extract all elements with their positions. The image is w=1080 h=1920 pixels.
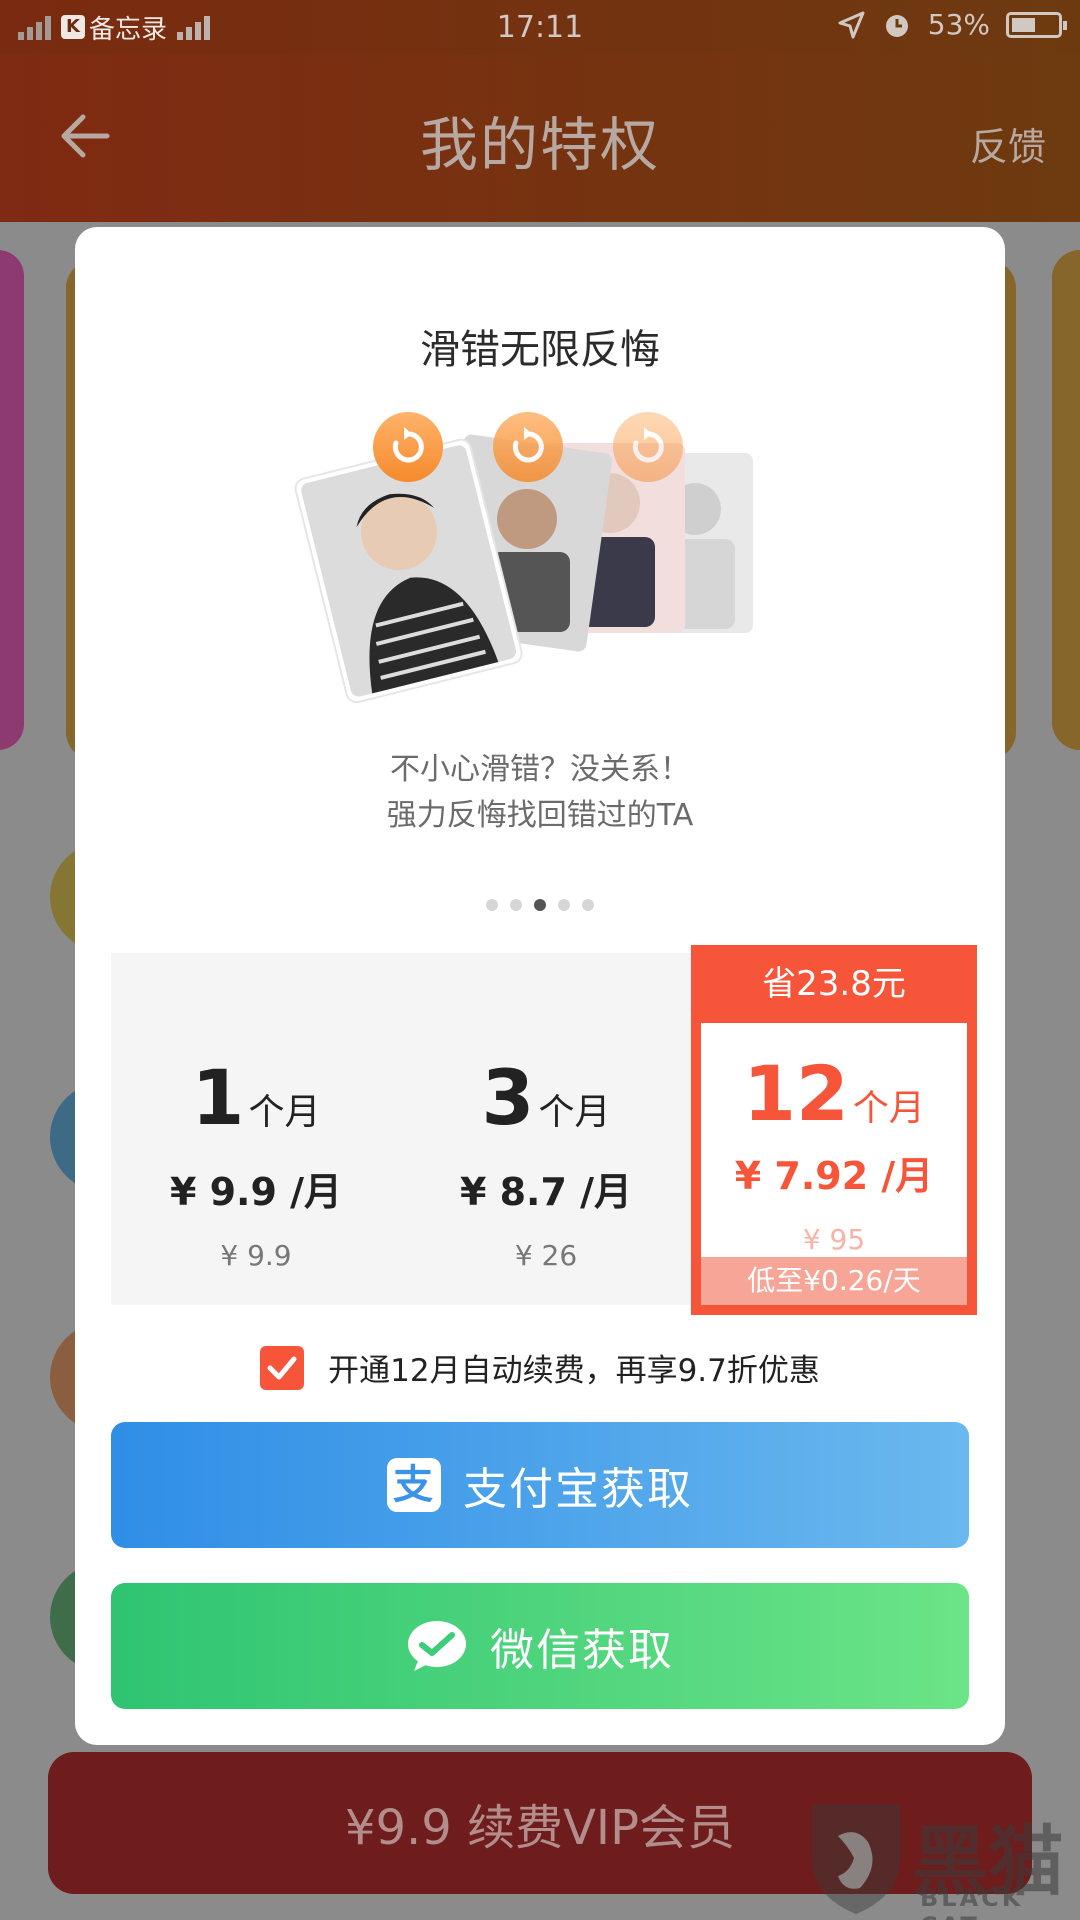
auto-renew-label: 开通12月自动续费，再享9.7折优惠: [328, 1353, 820, 1389]
undo-icon-1: [373, 412, 443, 482]
battery-icon: [1006, 11, 1067, 38]
auto-renew-option: 开通12月自动续费，再享9.7折优惠: [75, 1345, 1005, 1390]
plan-monthly-price: ¥ 7.92 /月: [734, 1154, 934, 1198]
plan-monthly-price: ¥ 9.9 /月: [169, 1170, 343, 1214]
alipay-label: 支付宝获取: [463, 1464, 693, 1515]
feedback-button[interactable]: 反馈: [970, 116, 1046, 171]
wechat-pay-button[interactable]: 微信获取: [111, 1583, 969, 1709]
undo-swipe-illustration: [294, 412, 753, 704]
plan-1-month[interactable]: 1 个月 ¥ 9.9 /月 ¥ 9.9: [111, 953, 401, 1305]
plan-total-price: ¥ 26: [514, 1239, 578, 1272]
desc-line-1: 不小心滑错？没关系！: [390, 752, 690, 787]
plan-selector: 1 个月 ¥ 9.9 /月 ¥ 9.9 3 个月 ¥ 8.7 /月 ¥ 26 省23…: [111, 945, 977, 1315]
feature-description: 不小心滑错？没关系！ 强力反悔找回错过的TA: [75, 747, 1005, 839]
plan-duration: 12 个月: [743, 1049, 925, 1138]
alipay-icon: 支: [387, 1458, 441, 1512]
status-bar: K 备忘录 17:11 53%: [0, 0, 1080, 54]
plan-total-price: ¥ 9.9: [220, 1239, 292, 1272]
alipay-button[interactable]: 支 支付宝获取: [111, 1422, 969, 1548]
app-bar: 我的特权 反馈: [0, 54, 1080, 222]
bg-card-right: [1052, 250, 1080, 750]
carousel-dot-3[interactable]: [534, 899, 546, 911]
plan-per-day-price: 低至¥0.26/天: [701, 1257, 967, 1305]
plan-total-price: ¥ 95: [802, 1223, 866, 1256]
plan-duration: 3 个月: [481, 1053, 611, 1142]
undo-icon-2: [493, 412, 563, 482]
carousel-dot-5[interactable]: [582, 899, 594, 911]
plan-monthly-price: ¥ 8.7 /月: [459, 1170, 633, 1214]
watermark: 黑猫 BLACK CAT: [804, 1796, 1074, 1920]
page-title: 我的特权: [419, 111, 660, 179]
undo-icon-3: [613, 412, 683, 482]
alarm-icon: [885, 14, 908, 37]
status-right: 53%: [836, 8, 1067, 41]
desc-line-2: 强力反悔找回错过的TA: [386, 798, 694, 833]
auto-renew-checkbox[interactable]: [260, 1345, 305, 1390]
modal-title: 滑错无限反悔: [420, 327, 660, 373]
wechat-label: 微信获取: [490, 1625, 674, 1676]
carousel-dot-2[interactable]: [510, 899, 522, 911]
watermark-subtext: BLACK CAT: [920, 1884, 1024, 1920]
battery-percent: 53%: [927, 8, 990, 41]
bg-card-left: [0, 250, 24, 750]
location-icon: [838, 11, 865, 38]
carousel-dot-1[interactable]: [486, 899, 498, 911]
plan-12-months-selected[interactable]: 省23.8元 12 个月 ¥ 7.92 /月 ¥ 95 低至¥0.26/天: [691, 945, 977, 1315]
carousel-dot-4[interactable]: [558, 899, 570, 911]
wechat-icon: [408, 1621, 466, 1671]
plan-duration: 1 个月: [191, 1053, 321, 1142]
plan-3-months[interactable]: 3 个月 ¥ 8.7 /月 ¥ 26: [401, 953, 691, 1305]
savings-badge: 省23.8元: [691, 945, 977, 1023]
carousel-dots: [75, 899, 1005, 911]
privilege-modal: 滑错无限反悔 不小心滑错？没关系！ 强力反悔找回错过的TA 1 个月 ¥ 9.9…: [75, 227, 1005, 1745]
checkmark-icon: [267, 1356, 297, 1379]
cat-shield-icon: [812, 1804, 900, 1914]
